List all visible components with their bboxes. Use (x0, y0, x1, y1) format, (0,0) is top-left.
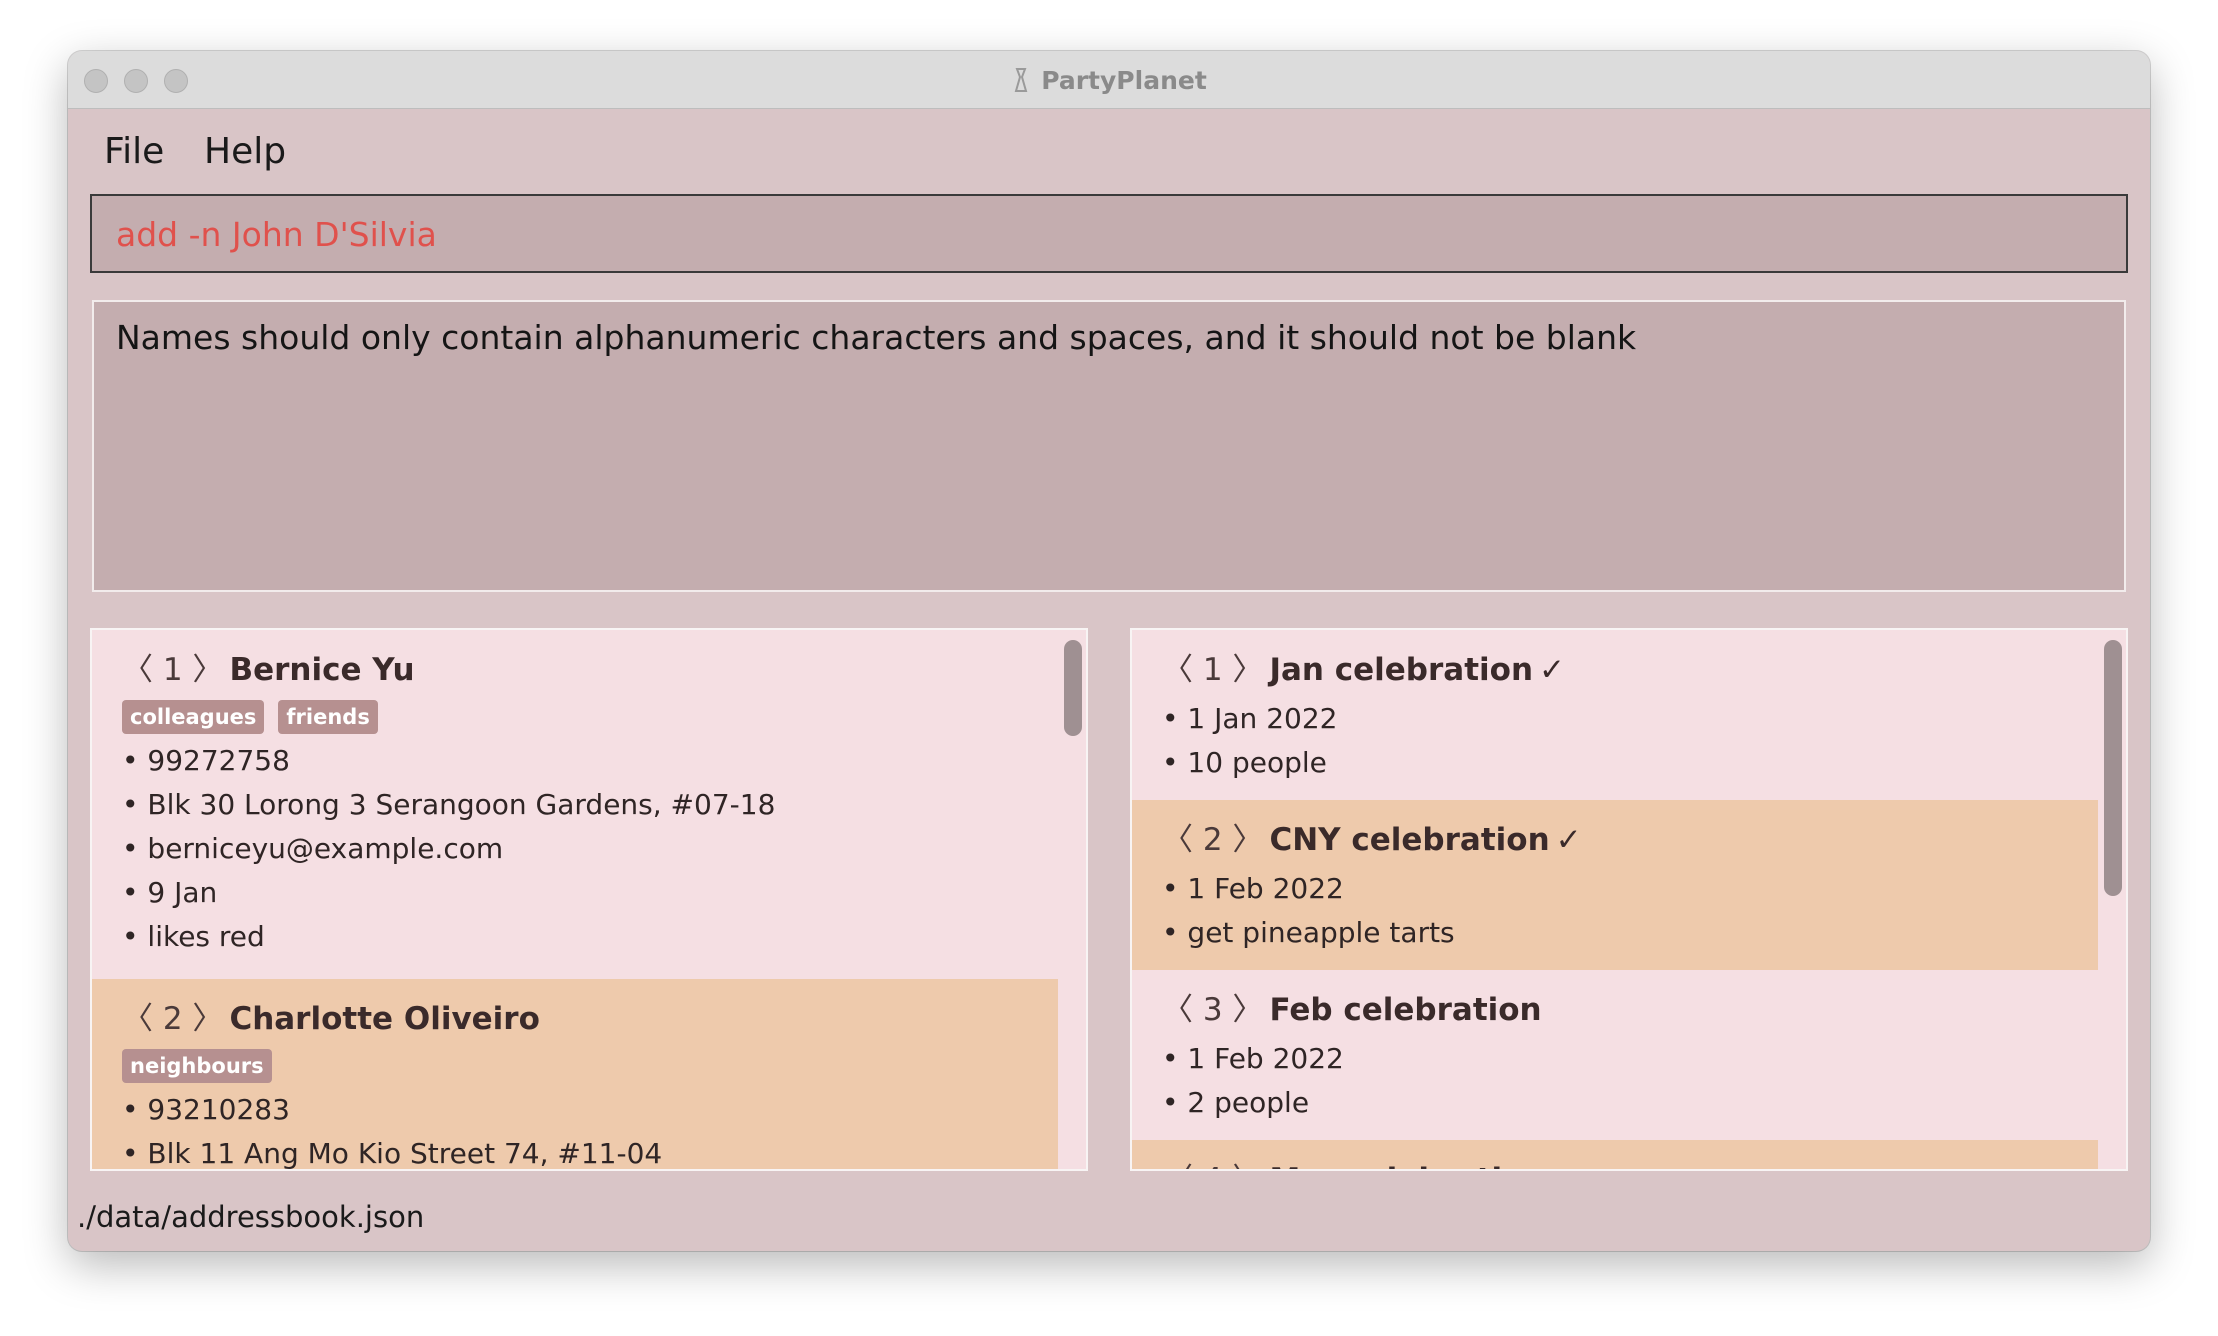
person-list-scrollbar[interactable] (1064, 640, 1082, 736)
window-title: PartyPlanet (1041, 65, 1207, 95)
event-index: 〈 1 〉 (1162, 652, 1264, 688)
person-card[interactable]: 〈 2 〉 Charlotte Oliveiro neighbours • 932… (92, 979, 1058, 1170)
person-phone: • 99272758 (122, 744, 290, 777)
person-birthday: • 9 Jan (122, 876, 218, 909)
event-card[interactable]: 〈 2 〉 CNY celebration ✓ • 1 Feb 2022 • get… (1132, 800, 2098, 970)
result-display: Names should only contain alphanumeric c… (92, 300, 2126, 592)
done-check-icon: ✓ (1539, 652, 1565, 688)
person-email: • berniceyu@example.com (122, 832, 504, 865)
tag-list: colleagues friends (122, 700, 378, 734)
person-remark: • likes red (122, 920, 265, 953)
menu-help[interactable]: Help (204, 131, 286, 172)
event-index: 〈 3 〉 (1162, 992, 1264, 1028)
event-date: • 1 Feb 2022 (1162, 1042, 1344, 1075)
command-input-value: add -n John D'Silvia (116, 215, 437, 254)
person-address: • Blk 30 Lorong 3 Serangoon Gardens, #07… (122, 788, 776, 821)
event-list-scrollbar[interactable] (2104, 640, 2122, 896)
person-index: 〈 1 〉 (122, 652, 224, 688)
person-name: 〈 2 〉 Charlotte Oliveiro (122, 993, 540, 1038)
event-name: 〈 4 〉 Mar celebration (1162, 1154, 1546, 1169)
title-bar: PartyPlanet (68, 51, 2150, 109)
event-remark: • 10 people (1162, 746, 1327, 779)
tag: friends (278, 700, 378, 734)
event-remark: • 2 people (1162, 1086, 1310, 1119)
event-card[interactable]: 〈 1 〉 Jan celebration ✓ • 1 Jan 2022 • 10 … (1132, 630, 2098, 800)
menu-bar: File Help (68, 109, 2150, 189)
event-name-text: Jan celebration (1269, 652, 1534, 688)
tag: neighbours (122, 1049, 272, 1083)
event-date: • 1 Jan 2022 (1162, 702, 1338, 735)
event-list-panel[interactable]: 〈 1 〉 Jan celebration ✓ • 1 Jan 2022 • 10 … (1130, 628, 2128, 1171)
event-index: 〈 4 〉 (1162, 1162, 1263, 1169)
person-name: 〈 1 〉 Bernice Yu (122, 644, 415, 689)
event-card[interactable]: 〈 4 〉 Mar celebration (1132, 1140, 2098, 1169)
result-message: Names should only contain alphanumeric c… (116, 318, 1637, 357)
tag: colleagues (122, 700, 265, 734)
app-icon (1014, 68, 1028, 92)
event-name-text: CNY celebration (1269, 822, 1550, 858)
person-name-text: Bernice Yu (229, 652, 415, 688)
event-name: 〈 2 〉 CNY celebration ✓ (1162, 814, 1582, 859)
app-window: PartyPlanet File Help add -n John D'Silv… (68, 51, 2150, 1251)
event-name: 〈 1 〉 Jan celebration ✓ (1162, 644, 1565, 689)
event-index: 〈 2 〉 (1162, 822, 1264, 858)
person-phone: • 93210283 (122, 1093, 290, 1126)
event-date: • 1 Feb 2022 (1162, 872, 1344, 905)
done-check-icon: ✓ (1555, 822, 1582, 858)
person-list-panel[interactable]: 〈 1 〉 Bernice Yu colleagues friends • 992… (90, 628, 1088, 1171)
tag-list: neighbours (122, 1049, 272, 1083)
person-card[interactable]: 〈 1 〉 Bernice Yu colleagues friends • 992… (92, 630, 1058, 953)
event-remark: • get pineapple tarts (1162, 916, 1455, 949)
status-bar-file-path: ./data/addressbook.json (77, 1200, 425, 1234)
person-name-text: Charlotte Oliveiro (229, 1001, 540, 1037)
person-index: 〈 2 〉 (122, 1001, 224, 1037)
event-name-text: Feb celebration (1269, 992, 1542, 1028)
command-input[interactable]: add -n John D'Silvia (90, 194, 2128, 273)
title-wrap: PartyPlanet (68, 51, 2150, 109)
event-card[interactable]: 〈 3 〉 Feb celebration • 1 Feb 2022 • 2 pe… (1132, 970, 2098, 1140)
menu-file[interactable]: File (104, 131, 164, 172)
person-address: • Blk 11 Ang Mo Kio Street 74, #11-04 (122, 1137, 663, 1170)
event-name-text: Mar celebration (1269, 1162, 1545, 1169)
event-name: 〈 3 〉 Feb celebration (1162, 984, 1542, 1029)
